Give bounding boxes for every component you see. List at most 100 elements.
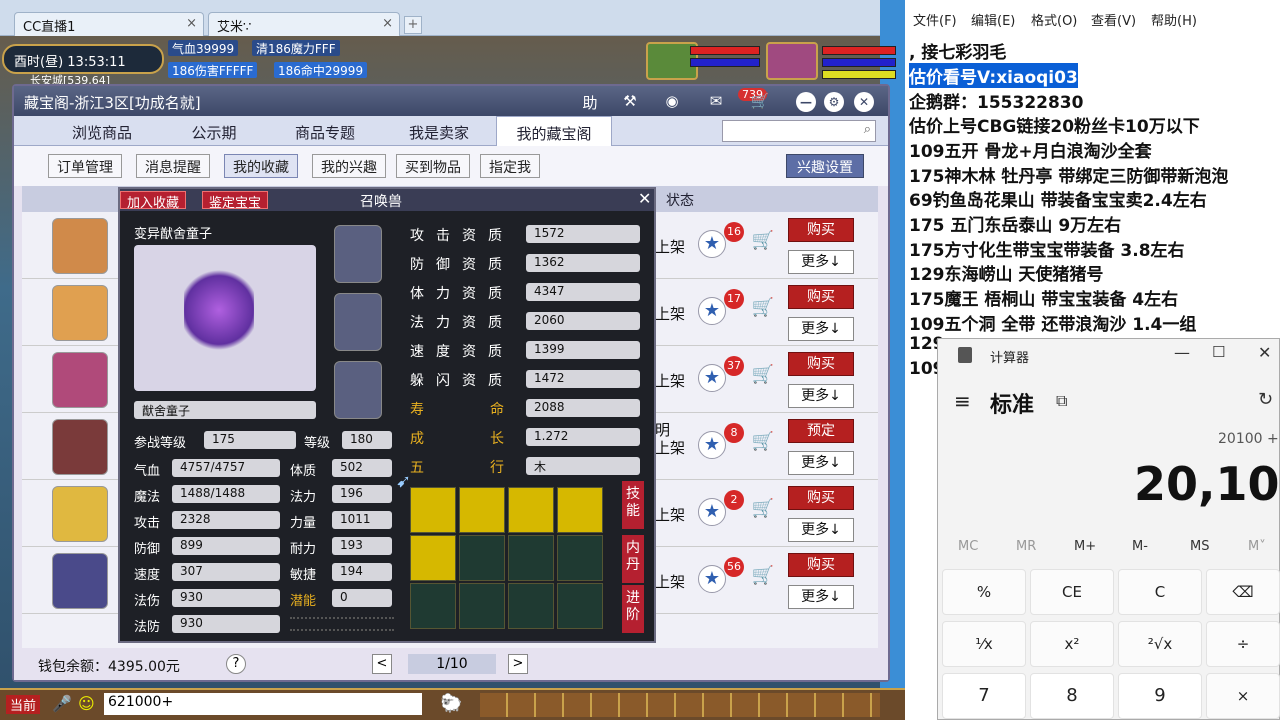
buy-button[interactable]: 购买 [788,486,854,510]
appraise-button[interactable]: 鉴定宝宝 [202,191,269,211]
avatar[interactable] [52,419,108,475]
search-icon[interactable]: ⌕ [864,122,871,137]
digit-8-button[interactable]: 8 [1030,673,1114,719]
avatar[interactable] [52,486,108,542]
gear-slot-collar[interactable] [334,293,382,351]
menu-view[interactable]: 查看(V) [1091,10,1136,29]
mail-icon[interactable]: ✉ [706,92,726,112]
more-button[interactable]: 更多↓ [788,451,854,475]
gear-slot-armor[interactable] [334,361,382,419]
minimize-icon[interactable]: — [796,92,816,112]
menu-help[interactable]: 帮助(H) [1151,10,1197,29]
more-button[interactable]: 更多↓ [788,585,854,609]
tab-cc-live[interactable]: CC直播1 × [14,12,204,36]
divide-button[interactable]: ÷ [1206,621,1280,667]
minimize-icon[interactable]: — [1174,343,1190,362]
cart-icon[interactable]: 🛒 [750,230,776,256]
mc-button[interactable]: MC [958,539,978,554]
maximize-icon[interactable]: ☐ [1212,343,1225,361]
reciprocal-button[interactable]: ¹⁄x [942,621,1026,667]
skill-sword-icon[interactable] [557,487,603,533]
history-icon[interactable]: ↻ [1258,389,1273,410]
star-icon[interactable]: ★ [698,364,726,392]
star-icon[interactable]: ★ [698,565,726,593]
buy-button[interactable]: 购买 [788,285,854,309]
next-page-button[interactable]: > [508,654,528,674]
cart-icon[interactable]: 🛒 [750,92,770,112]
tab-messages[interactable]: 消息提醒 [136,154,210,178]
quick-menu-icons[interactable] [480,693,880,717]
skill-bow-icon[interactable] [410,487,456,533]
menu-file[interactable]: 文件(F) [913,10,957,29]
more-button[interactable]: 更多↓ [788,317,854,341]
star-icon[interactable]: ★ [698,431,726,459]
skill-shield-icon[interactable] [410,535,456,581]
close-icon[interactable]: × [186,16,197,31]
search-input[interactable]: ⌕ [722,120,876,142]
tab-favorites[interactable]: 我的收藏 [224,154,298,178]
hammer-icon[interactable]: ⚒ [620,92,640,112]
settings-icon[interactable]: ⚙ [824,92,844,112]
stop-icon[interactable]: ◉ [662,92,682,112]
pet-shortcut-icon[interactable]: 🐑 [440,693,462,714]
ce-button[interactable]: CE [1030,569,1114,615]
close-icon[interactable]: × [382,16,393,31]
avatar[interactable] [52,218,108,274]
tab-assigned[interactable]: 指定我 [480,154,540,178]
help-button[interactable]: 助 [580,92,600,112]
digit-9-button[interactable]: 9 [1118,673,1202,719]
avatar[interactable] [52,285,108,341]
more-button[interactable]: 更多↓ [788,384,854,408]
help-icon[interactable]: ? [226,654,246,674]
avatar[interactable] [52,553,108,609]
close-icon[interactable]: ✕ [854,92,874,112]
cart-icon[interactable]: 🛒 [750,364,776,390]
sqrt-button[interactable]: ²√x [1118,621,1202,667]
tab-browse[interactable]: 浏览商品 [44,116,160,146]
tab-topics[interactable]: 商品专题 [270,116,380,146]
tab-advance[interactable]: 进阶 [622,585,644,633]
c-button[interactable]: C [1118,569,1202,615]
backspace-button[interactable]: ⌫ [1206,569,1280,615]
memory-list-button[interactable]: M˅ [1248,539,1266,554]
prev-page-button[interactable]: < [372,654,392,674]
close-icon[interactable]: ✕ [1258,343,1271,362]
skill-eye-icon[interactable] [459,487,505,533]
reserve-button[interactable]: 预定 [788,419,854,443]
more-button[interactable]: 更多↓ [788,250,854,274]
tab-orders[interactable]: 订单管理 [48,154,122,178]
avatar[interactable] [52,352,108,408]
cart-icon[interactable]: 🛒 [750,498,776,524]
emoji-icon[interactable]: ☺ [78,694,95,713]
tab-seller[interactable]: 我是卖家 [384,116,494,146]
m-plus-button[interactable]: M+ [1074,539,1096,554]
microphone-icon[interactable]: 🎤 [52,694,72,713]
skill-charge-icon[interactable] [508,487,554,533]
tab-my-cbg[interactable]: 我的藏宝阁 [496,116,612,146]
square-button[interactable]: x² [1030,621,1114,667]
tab-inner-core[interactable]: 内丹 [622,535,644,583]
new-tab-button[interactable]: + [404,16,422,34]
hamburger-icon[interactable]: ≡ [954,389,971,413]
ms-button[interactable]: MS [1190,539,1209,554]
interest-settings-button[interactable]: 兴趣设置 [786,154,864,178]
buy-button[interactable]: 购买 [788,352,854,376]
gear-slot-helmet[interactable] [334,225,382,283]
add-favorite-button[interactable]: 加入收藏 [120,191,187,211]
menu-format[interactable]: 格式(O) [1031,10,1077,29]
keep-on-top-icon[interactable]: ⧉ [1056,391,1067,411]
chat-input[interactable]: 621000+ [104,693,422,715]
m-minus-button[interactable]: M- [1132,539,1148,554]
tab-skills[interactable]: 技能 [622,481,644,529]
tab-interests[interactable]: 我的兴趣 [312,154,386,178]
star-icon[interactable]: ★ [698,498,726,526]
star-icon[interactable]: ★ [698,297,726,325]
tab-bought[interactable]: 买到物品 [396,154,470,178]
tab-aimi[interactable]: 艾米∵ × [208,12,400,36]
more-button[interactable]: 更多↓ [788,518,854,542]
mr-button[interactable]: MR [1016,539,1036,554]
multiply-button[interactable]: × [1206,673,1280,719]
percent-button[interactable]: % [942,569,1026,615]
tab-public[interactable]: 公示期 [164,116,264,146]
buy-button[interactable]: 购买 [788,553,854,577]
